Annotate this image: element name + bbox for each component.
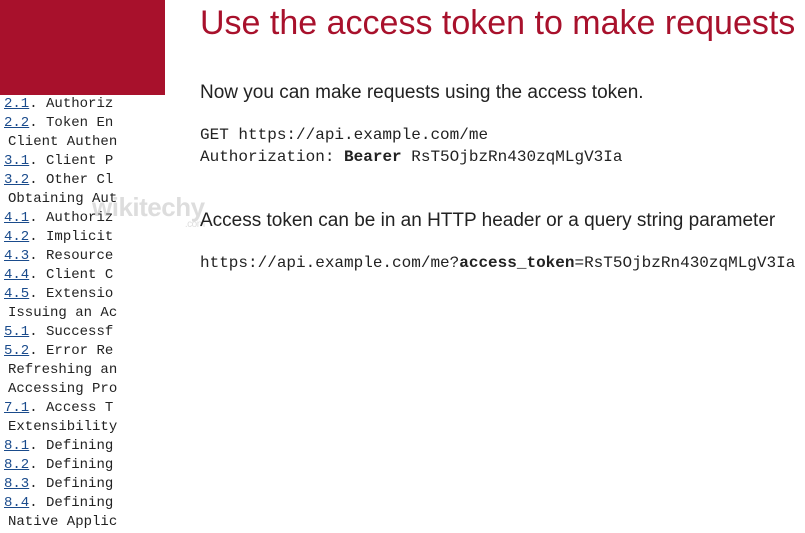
toc-row: 2.1. Authoriz	[0, 95, 165, 114]
toc-link[interactable]: 4.1	[4, 210, 29, 226]
toc-sep: .	[29, 115, 46, 131]
toc-link[interactable]: 8.1	[4, 438, 29, 454]
toc-row: 4.3. Resource	[0, 247, 165, 266]
toc-row: 8.2. Defining	[0, 456, 165, 475]
toc-row: 7.1. Access T	[0, 399, 165, 418]
toc-label: Defining	[46, 476, 113, 492]
toc-section: Obtaining Aut	[4, 191, 117, 207]
page-title: Use the access token to make requests	[200, 2, 800, 44]
toc-link[interactable]: 8.3	[4, 476, 29, 492]
code-text: RsT5OjbzRn430zqMLgV3Ia	[402, 148, 623, 166]
intro-paragraph: Now you can make requests using the acce…	[200, 80, 800, 106]
main-content: Use the access token to make requests No…	[200, 0, 800, 314]
toc-sep: .	[29, 457, 46, 473]
toc-label: Authoriz	[46, 210, 113, 226]
toc-link[interactable]: 5.1	[4, 324, 29, 340]
toc-link[interactable]: 3.1	[4, 153, 29, 169]
toc-sep: .	[29, 267, 46, 283]
toc-row: Refreshing an	[0, 361, 165, 380]
toc-sep: .	[29, 229, 46, 245]
toc-sep: .	[29, 96, 46, 112]
code-text: =RsT5OjbzRn430zqMLgV3Ia	[574, 254, 795, 272]
toc-row: 3.1. Client P	[0, 152, 165, 171]
toc-sep: .	[29, 172, 46, 188]
toc-row: 5.2. Error Re	[0, 342, 165, 361]
toc-link[interactable]: 4.5	[4, 286, 29, 302]
toc-row: Native Applic	[0, 513, 165, 532]
toc-row: 2.2. Token En	[0, 114, 165, 133]
toc-row: Client Authen	[0, 133, 165, 152]
toc-row: 5.1. Successf	[0, 323, 165, 342]
toc-link[interactable]: 2.2	[4, 115, 29, 131]
toc-section: Issuing an Ac	[4, 305, 117, 321]
toc-section: Accessing Pro	[4, 381, 117, 397]
left-column: 2.1. Authoriz2.2. Token En Client Authen…	[0, 0, 165, 533]
toc-link[interactable]: 8.4	[4, 495, 29, 511]
toc-row: Issuing an Ac	[0, 304, 165, 323]
toc-sep: .	[29, 286, 46, 302]
toc-link[interactable]: 8.2	[4, 457, 29, 473]
toc-sep: .	[29, 400, 46, 416]
toc-row: 4.2. Implicit	[0, 228, 165, 247]
toc-sep: .	[29, 248, 46, 264]
toc-row: 3.2. Other Cl	[0, 171, 165, 190]
toc-sep: .	[29, 343, 46, 359]
toc-label: Successf	[46, 324, 113, 340]
code-bold: Bearer	[344, 148, 402, 166]
code-bold: access_token	[459, 254, 574, 272]
code-line: Authorization: Bearer RsT5OjbzRn430zqMLg…	[200, 146, 800, 168]
toc-sep: .	[29, 495, 46, 511]
toc-row: Extensibility	[0, 418, 165, 437]
toc-label: Resource	[46, 248, 113, 264]
toc-row: Accessing Pro	[0, 380, 165, 399]
toc-label: Client P	[46, 153, 113, 169]
toc-section: Refreshing an	[4, 362, 117, 378]
toc-section: Extensibility	[4, 419, 117, 435]
toc-sep: .	[29, 210, 46, 226]
toc-label: Token En	[46, 115, 113, 131]
toc-row: 8.4. Defining	[0, 494, 165, 513]
toc-sep: .	[29, 438, 46, 454]
toc-row: 8.1. Defining	[0, 437, 165, 456]
red-header-block	[0, 0, 165, 95]
second-paragraph: Access token can be in an HTTP header or…	[200, 208, 800, 234]
code-text: Authorization:	[200, 148, 344, 166]
toc-label: Defining	[46, 438, 113, 454]
code-text: https://api.example.com/me?	[200, 254, 459, 272]
toc-link[interactable]: 4.2	[4, 229, 29, 245]
code-block-1: GET https://api.example.com/me Authoriza…	[200, 124, 800, 168]
toc-sep: .	[29, 476, 46, 492]
toc-row: 4.1. Authoriz	[0, 209, 165, 228]
toc-label: Access T	[46, 400, 113, 416]
toc-link[interactable]: 4.3	[4, 248, 29, 264]
toc-label: Implicit	[46, 229, 113, 245]
toc-section: Native Applic	[4, 514, 117, 530]
toc-link[interactable]: 3.2	[4, 172, 29, 188]
toc-label: Defining	[46, 495, 113, 511]
toc-label: Other Cl	[46, 172, 113, 188]
toc-sep: .	[29, 153, 46, 169]
code-block-2: https://api.example.com/me?access_token=…	[200, 252, 800, 274]
toc-link[interactable]: 5.2	[4, 343, 29, 359]
toc-label: Extensio	[46, 286, 113, 302]
toc-sep: .	[29, 324, 46, 340]
toc-row: 4.5. Extensio	[0, 285, 165, 304]
toc-row: 8.3. Defining	[0, 475, 165, 494]
toc-label: Defining	[46, 457, 113, 473]
toc-label: Authoriz	[46, 96, 113, 112]
table-of-contents: 2.1. Authoriz2.2. Token En Client Authen…	[0, 95, 165, 532]
toc-label: Client C	[46, 267, 113, 283]
code-line: GET https://api.example.com/me	[200, 124, 800, 146]
toc-link[interactable]: 7.1	[4, 400, 29, 416]
toc-label: Error Re	[46, 343, 113, 359]
toc-section: Client Authen	[4, 134, 117, 150]
toc-link[interactable]: 2.1	[4, 96, 29, 112]
toc-row: Obtaining Aut	[0, 190, 165, 209]
toc-row: 4.4. Client C	[0, 266, 165, 285]
toc-link[interactable]: 4.4	[4, 267, 29, 283]
